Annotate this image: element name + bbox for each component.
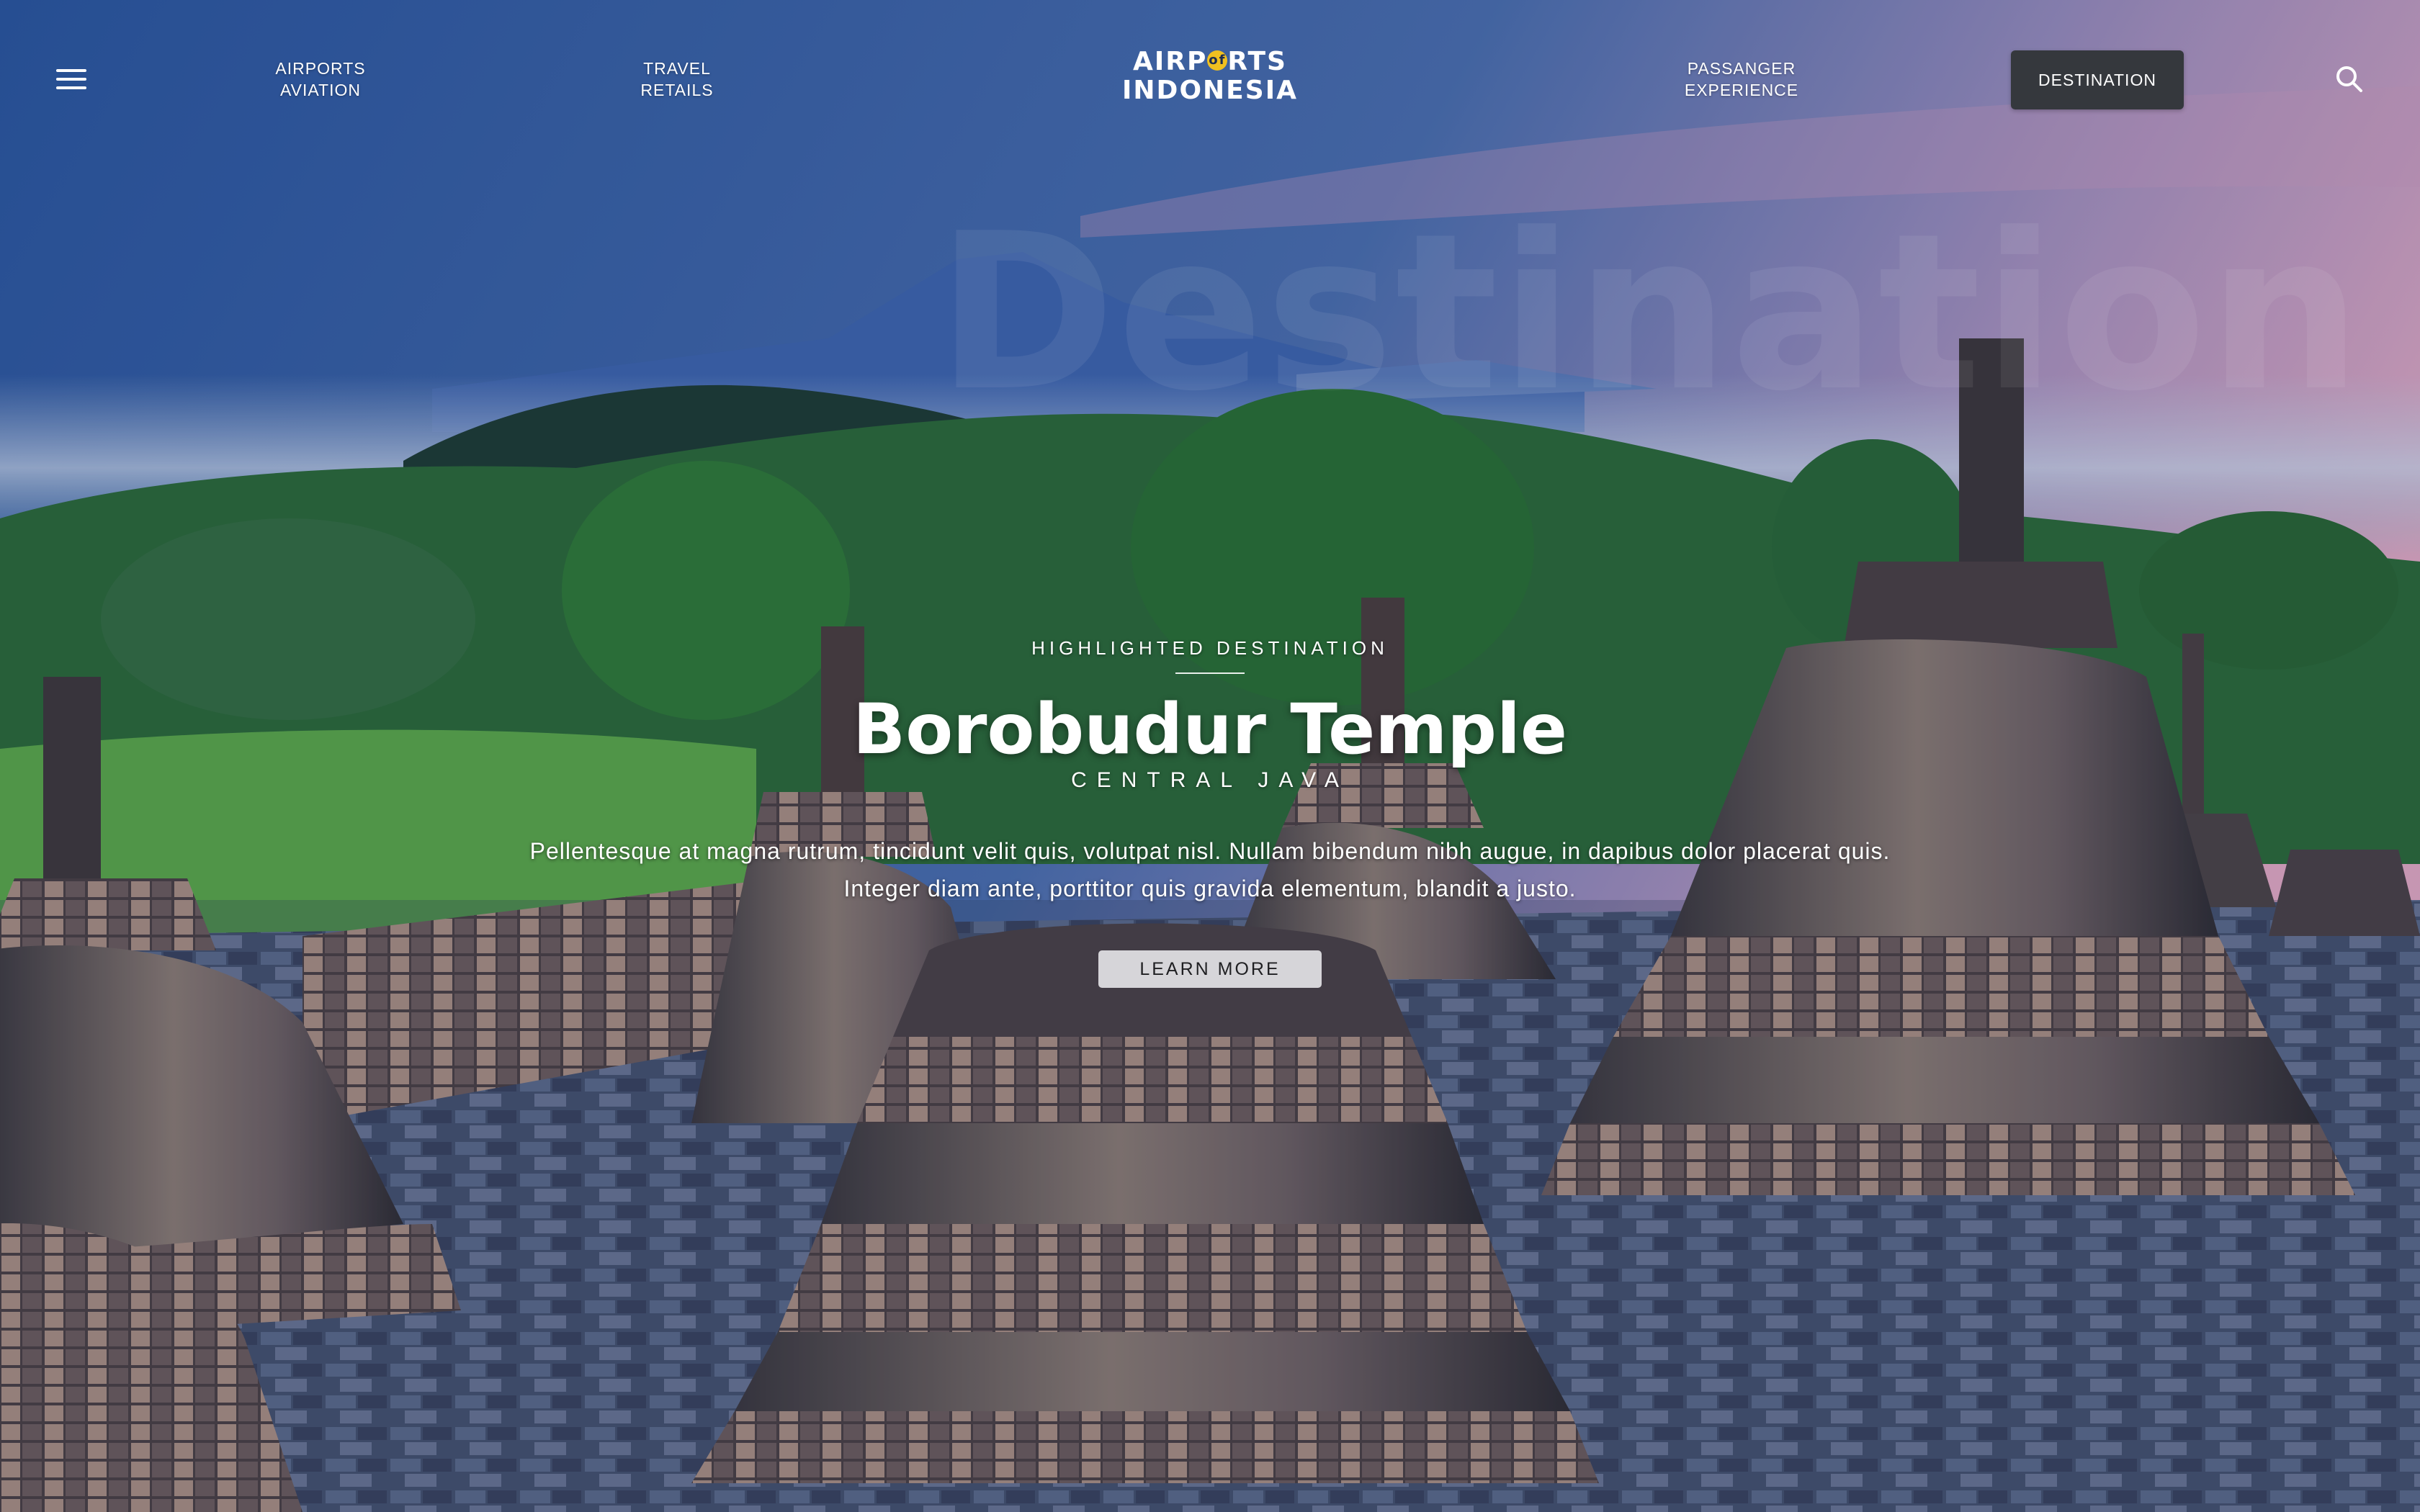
nav-airports-aviation[interactable]: AIRPORTS AVIATION (212, 58, 429, 101)
learn-more-button[interactable]: LEARN MORE (1098, 950, 1322, 988)
background-ghost-text: Destination (936, 187, 2364, 438)
nav-airports-aviation-line2: AVIATION (280, 81, 361, 99)
hero-description: Pellentesque at magna rutrum, tincidunt … (529, 838, 1891, 901)
nav-passanger-experience[interactable]: PASSANGER EXPERIENCE (1634, 58, 1850, 101)
hero-title: Borobudur Temple (853, 689, 1567, 770)
hero-subtitle: CENTRAL JAVA (1071, 768, 1349, 792)
logo-text-indonesia: INDONESIA (1122, 76, 1298, 105)
destination-button[interactable]: DESTINATION (2011, 50, 2184, 109)
airports-of-indonesia-logo[interactable]: AIRP ofRTS INDONESIA (1102, 48, 1318, 105)
nav-airports-aviation-line1: AIRPORTS (275, 59, 366, 78)
logo-of-mark: of (1207, 50, 1228, 71)
nav-travel-retails-line1: TRAVEL (643, 59, 711, 78)
hero-content: HIGHLIGHTED DESTINATION Borobudur Temple… (403, 634, 2017, 988)
hero-eyebrow: HIGHLIGHTED DESTINATION (1031, 637, 1389, 659)
hero-divider (1175, 672, 1245, 674)
logo-text-rts: RTS (1227, 47, 1287, 76)
nav-passanger-experience-line2: EXPERIENCE (1684, 81, 1799, 99)
hamburger-menu-icon[interactable] (56, 65, 88, 94)
top-navigation: AIRPORTS AVIATION TRAVEL RETAILS AIRP ofR… (0, 0, 2420, 166)
nav-travel-retails-line2: RETAILS (640, 81, 714, 99)
logo-text-airp: AIRP (1133, 47, 1208, 76)
nav-travel-retails[interactable]: TRAVEL RETAILS (569, 58, 785, 101)
search-icon[interactable] (2334, 63, 2365, 95)
nav-passanger-experience-line1: PASSANGER (1687, 59, 1796, 78)
